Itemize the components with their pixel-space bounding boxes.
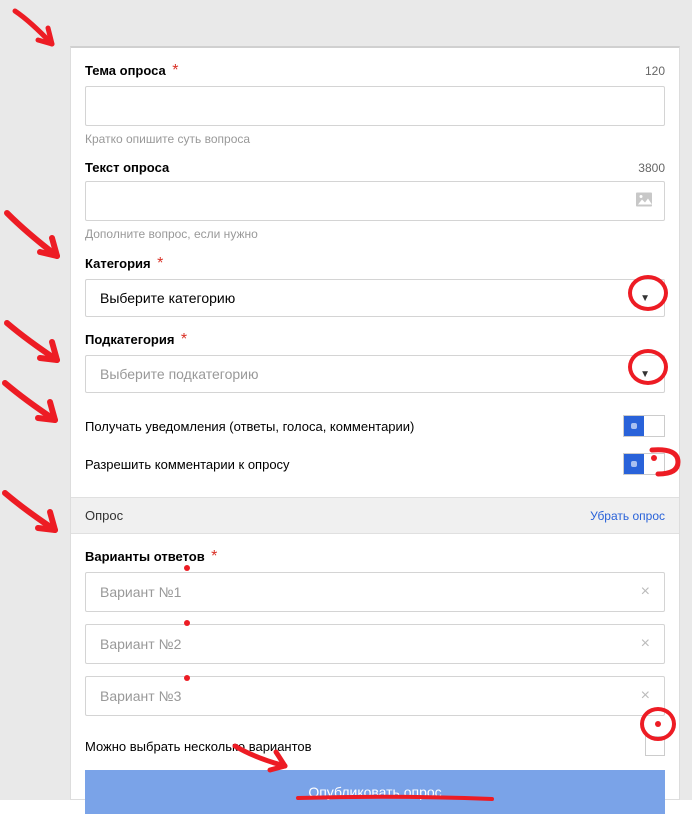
comments-label: Разрешить комментарии к опросу	[85, 457, 290, 472]
form-main-section: Тема опроса * 120 Кратко опишите суть во…	[71, 48, 679, 497]
poll-answers-section: Варианты ответов * Вариант №1 × Вариант …	[71, 534, 679, 828]
option-2-placeholder: Вариант №2	[100, 636, 181, 652]
poll-section-header: Опрос Убрать опрос	[71, 497, 679, 534]
answer-option-3[interactable]: Вариант №3 ×	[85, 676, 665, 716]
toggle-on-half	[624, 454, 644, 474]
option-3-placeholder: Вариант №3	[100, 688, 181, 704]
notifications-row: Получать уведомления (ответы, голоса, ко…	[85, 407, 665, 445]
comments-row: Разрешить комментарии к опросу	[85, 445, 665, 483]
category-select[interactable]: Выберите категорию ▼	[85, 279, 665, 317]
subcategory-placeholder: Выберите подкатегорию	[100, 366, 258, 382]
topic-field-group: Тема опроса * 120 Кратко опишите суть во…	[85, 62, 665, 146]
submit-button[interactable]: Опубликовать опрос	[85, 770, 665, 814]
multiple-choice-row: Можно выбрать несколько вариантов	[85, 730, 665, 770]
poll-form: Тема опроса * 120 Кратко опишите суть во…	[70, 46, 680, 800]
subcategory-field-group: Подкатегория * Выберите подкатегорию ▼	[85, 331, 665, 393]
text-char-count: 3800	[638, 161, 665, 175]
topic-input[interactable]	[85, 86, 665, 126]
text-label: Текст опроса	[85, 160, 169, 175]
answers-required: *	[211, 548, 217, 565]
option-1-placeholder: Вариант №1	[100, 584, 181, 600]
chevron-down-icon: ▼	[640, 293, 650, 304]
category-field-group: Категория * Выберите категорию ▼	[85, 255, 665, 317]
close-icon[interactable]: ×	[641, 687, 650, 705]
toggle-off-half	[644, 416, 664, 436]
image-icon[interactable]	[636, 193, 652, 210]
subcategory-select[interactable]: Выберите подкатегорию ▼	[85, 355, 665, 393]
text-input[interactable]	[85, 181, 665, 221]
topic-required: *	[172, 62, 178, 79]
toggle-off-half	[644, 454, 664, 474]
category-label: Категория	[85, 256, 151, 271]
close-icon[interactable]: ×	[641, 583, 650, 601]
answers-field-group: Варианты ответов * Вариант №1 × Вариант …	[85, 548, 665, 716]
multiple-choice-label: Можно выбрать несколько вариантов	[85, 739, 312, 754]
notifications-toggle[interactable]	[623, 415, 665, 437]
close-icon[interactable]: ×	[641, 635, 650, 653]
notifications-label: Получать уведомления (ответы, голоса, ко…	[85, 419, 414, 434]
remove-poll-link[interactable]: Убрать опрос	[590, 509, 665, 523]
multiple-choice-checkbox[interactable]	[645, 736, 665, 756]
category-placeholder: Выберите категорию	[100, 290, 235, 306]
topic-hint: Кратко опишите суть вопроса	[85, 132, 665, 146]
toggle-on-half	[624, 416, 644, 436]
topic-label: Тема опроса	[85, 63, 166, 78]
category-required: *	[157, 255, 163, 272]
topic-char-count: 120	[645, 64, 665, 78]
text-hint: Дополните вопрос, если нужно	[85, 227, 665, 241]
subcategory-required: *	[181, 331, 187, 348]
answers-label: Варианты ответов	[85, 549, 205, 564]
comments-toggle[interactable]	[623, 453, 665, 475]
subcategory-label: Подкатегория	[85, 332, 174, 347]
answer-option-2[interactable]: Вариант №2 ×	[85, 624, 665, 664]
poll-section-title: Опрос	[85, 508, 123, 523]
answer-option-1[interactable]: Вариант №1 ×	[85, 572, 665, 612]
chevron-down-icon: ▼	[640, 369, 650, 380]
text-field-group: Текст опроса 3800 Дополните вопрос, если…	[85, 160, 665, 241]
